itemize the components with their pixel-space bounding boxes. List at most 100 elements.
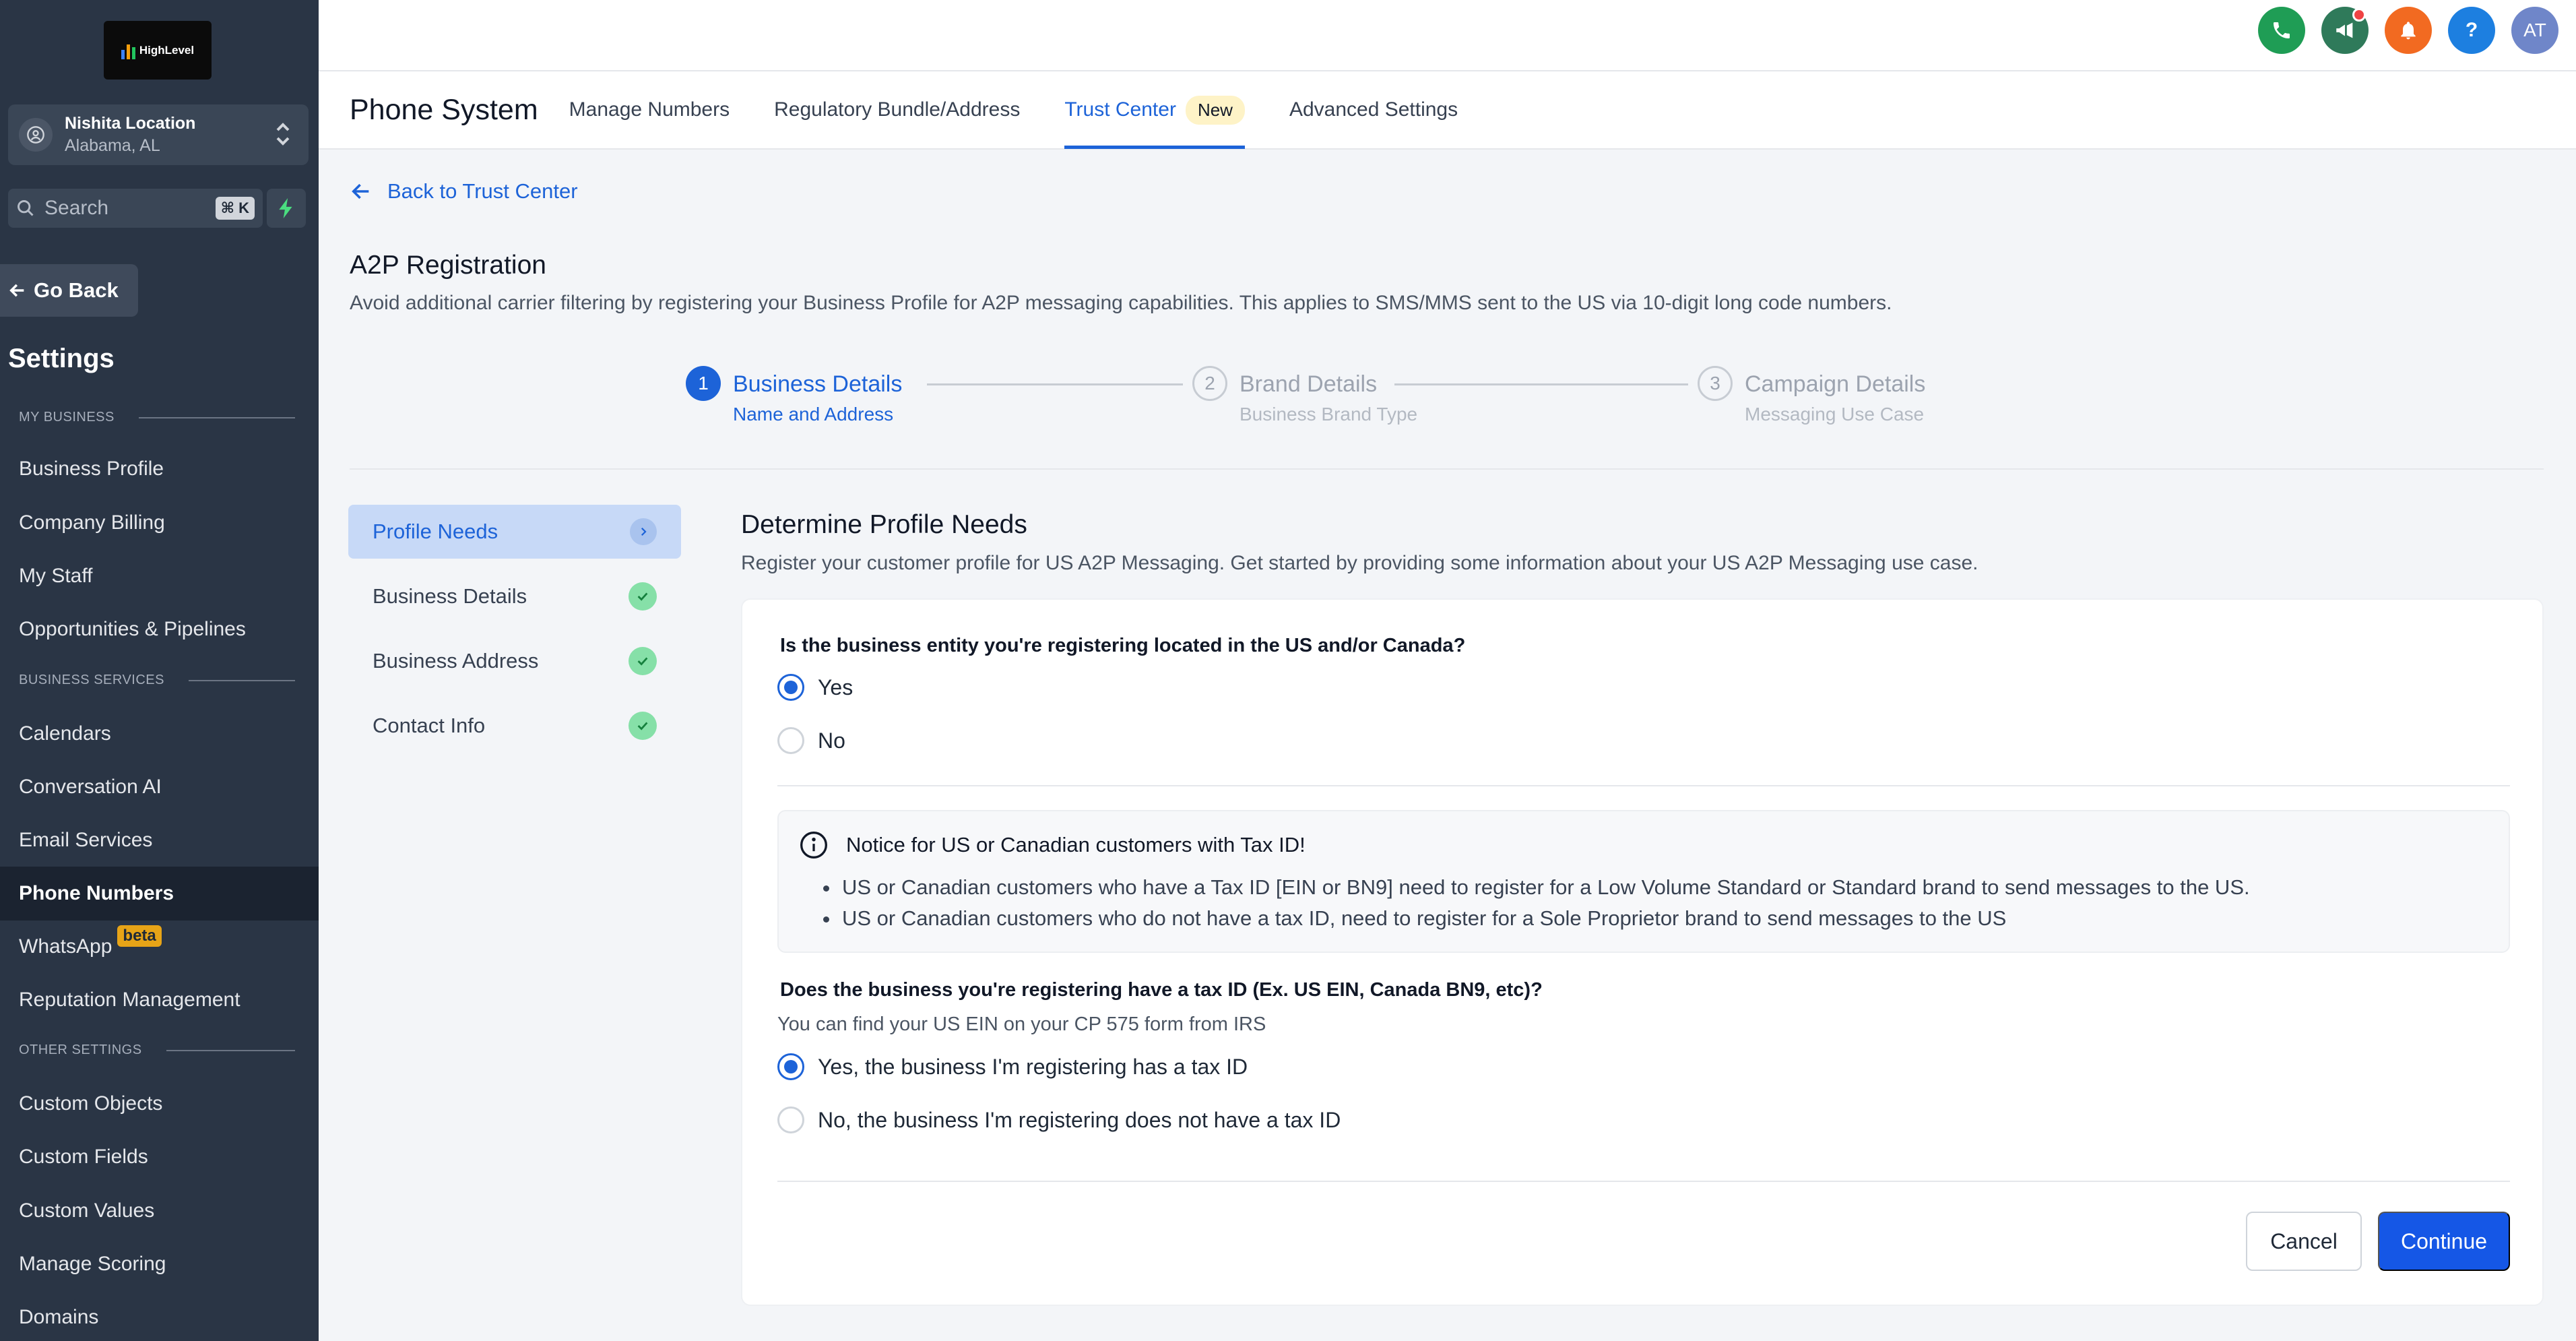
cancel-button[interactable]: Cancel: [2246, 1212, 2362, 1271]
search-input[interactable]: Search ⌘ K: [8, 189, 263, 228]
notification-dot: [2352, 8, 2366, 22]
step-title: Brand Details: [1239, 371, 1378, 397]
tab-advanced-settings[interactable]: Advanced Settings: [1289, 71, 1458, 149]
radio-button[interactable]: [777, 674, 804, 701]
radio-option-no-tax-id[interactable]: No, the business I'm registering does no…: [777, 1106, 1341, 1133]
avatar-initials: AT: [2523, 20, 2546, 40]
page-title: A2P Registration: [350, 251, 546, 280]
sidebar-item-custom-values[interactable]: Custom Values: [0, 1184, 319, 1238]
help-button[interactable]: ?: [2448, 7, 2495, 54]
logo-text: HighLevel: [139, 43, 195, 57]
section-other-settings: OTHER SETTINGS: [19, 1042, 295, 1058]
check-icon: [629, 712, 657, 740]
step-number: 1: [686, 366, 721, 401]
logo-icon: [121, 42, 135, 59]
new-badge: New: [1185, 95, 1245, 125]
search-placeholder: Search: [44, 197, 109, 219]
notice-list: US or Canadian customers who have a Tax …: [819, 872, 2250, 934]
section-divider: [350, 468, 2544, 470]
radio-label: No, the business I'm registering does no…: [818, 1107, 1341, 1132]
go-back-button[interactable]: Go Back: [0, 264, 138, 317]
substep-business-address[interactable]: Business Address: [348, 634, 681, 688]
header-actions: ? AT: [2258, 7, 2558, 54]
substep-label: Business Details: [373, 584, 527, 608]
question-tax-id-label: Does the business you're registering hav…: [780, 979, 1543, 1001]
section-business-services: BUSINESS SERVICES: [19, 673, 295, 688]
step-subtitle: Messaging Use Case: [1745, 404, 1925, 425]
question-location-label: Is the business entity you're registerin…: [780, 635, 1466, 656]
profile-needs-card: Is the business entity you're registerin…: [741, 598, 2544, 1306]
info-icon: [800, 832, 827, 859]
sidebar-item-manage-scoring[interactable]: Manage Scoring: [0, 1237, 319, 1291]
step-title: Business Details: [733, 371, 903, 397]
search-icon: [18, 200, 34, 216]
settings-title: Settings: [8, 344, 115, 373]
bell-icon: [2401, 22, 2416, 40]
sidebar-item-custom-objects[interactable]: Custom Objects: [0, 1077, 319, 1131]
substep-label: Business Address: [373, 649, 539, 673]
page-section-title: Phone System: [350, 93, 538, 126]
quick-action-button[interactable]: [267, 189, 306, 228]
page-description: Avoid additional carrier filtering by re…: [350, 292, 1892, 314]
go-back-label: Go Back: [34, 278, 119, 302]
sidebar-item-custom-fields[interactable]: Custom Fields: [0, 1130, 319, 1184]
sidebar: HighLevel Nishita Location Alabama, AL S…: [0, 0, 319, 1341]
step-subtitle: Name and Address: [733, 404, 894, 425]
sidebar-item-label: WhatsApp: [19, 935, 112, 958]
megaphone-icon: [2336, 22, 2353, 38]
notice-item: US or Canadian customers who have a Tax …: [819, 872, 2250, 903]
sidebar-item-business-profile[interactable]: Business Profile: [0, 442, 319, 496]
sidebar-item-opportunities-pipelines[interactable]: Opportunities & Pipelines: [0, 602, 319, 656]
tab-trust-center[interactable]: Trust Center New: [1064, 71, 1245, 149]
location-name: Nishita Location: [65, 114, 196, 133]
section-my-business: MY BUSINESS: [19, 410, 295, 425]
sidebar-item-phone-numbers[interactable]: Phone Numbers: [0, 867, 319, 921]
radio-option-yes[interactable]: Yes: [777, 674, 853, 701]
sidebar-item-my-staff[interactable]: My Staff: [0, 549, 319, 603]
profile-substeps: Profile Needs Business Details Business …: [348, 505, 681, 763]
user-avatar[interactable]: AT: [2511, 7, 2558, 54]
bolt-icon: [279, 198, 292, 218]
sidebar-item-company-billing[interactable]: Company Billing: [0, 496, 319, 550]
phone-icon: [2274, 22, 2290, 38]
search-shortcut: ⌘ K: [215, 197, 255, 220]
substep-profile-needs[interactable]: Profile Needs: [348, 505, 681, 559]
sidebar-item-email-services[interactable]: Email Services: [0, 813, 319, 867]
check-icon: [629, 582, 657, 611]
highlevel-logo[interactable]: HighLevel: [104, 21, 212, 80]
radio-button[interactable]: [777, 727, 804, 754]
continue-button[interactable]: Continue: [2378, 1212, 2510, 1271]
card-divider: [777, 1181, 2510, 1182]
substep-contact-info[interactable]: Contact Info: [348, 699, 681, 753]
top-header: ? AT: [319, 0, 2576, 71]
phone-button[interactable]: [2258, 7, 2305, 54]
tab-manage-numbers[interactable]: Manage Numbers: [569, 71, 730, 149]
step-title: Campaign Details: [1745, 371, 1926, 397]
sidebar-item-whatsapp[interactable]: WhatsApp beta: [0, 920, 319, 974]
radio-label: Yes: [818, 675, 854, 699]
substep-business-details[interactable]: Business Details: [348, 569, 681, 623]
radio-button[interactable]: [777, 1053, 804, 1080]
location-sub: Alabama, AL: [65, 136, 160, 155]
location-switcher[interactable]: Nishita Location Alabama, AL: [8, 104, 309, 165]
radio-option-has-tax-id[interactable]: Yes, the business I'm registering has a …: [777, 1053, 1248, 1080]
step-connector: [1394, 383, 1688, 385]
sidebar-item-calendars[interactable]: Calendars: [0, 707, 319, 761]
step-number: 3: [1698, 366, 1733, 401]
sidebar-item-domains[interactable]: Domains: [0, 1290, 319, 1341]
substep-label: Profile Needs: [373, 520, 498, 543]
sidebar-item-conversation-ai[interactable]: Conversation AI: [0, 760, 319, 814]
tax-id-notice: Notice for US or Canadian customers with…: [777, 810, 2510, 953]
radio-button[interactable]: [777, 1106, 804, 1133]
notice-item: US or Canadian customers who do not have…: [819, 903, 2250, 934]
card-divider: [777, 785, 2510, 786]
sidebar-item-reputation-management[interactable]: Reputation Management: [0, 973, 319, 1027]
notifications-button[interactable]: [2385, 7, 2432, 54]
chevron-right-icon: [630, 518, 657, 545]
form-description: Register your customer profile for US A2…: [741, 552, 1978, 574]
radio-option-no[interactable]: No: [777, 727, 845, 754]
tab-regulatory-bundle[interactable]: Regulatory Bundle/Address: [774, 71, 1020, 149]
back-to-trust-center-link[interactable]: Back to Trust Center: [350, 179, 578, 204]
announcements-button[interactable]: [2321, 7, 2369, 54]
arrow-left-icon: [9, 284, 24, 297]
